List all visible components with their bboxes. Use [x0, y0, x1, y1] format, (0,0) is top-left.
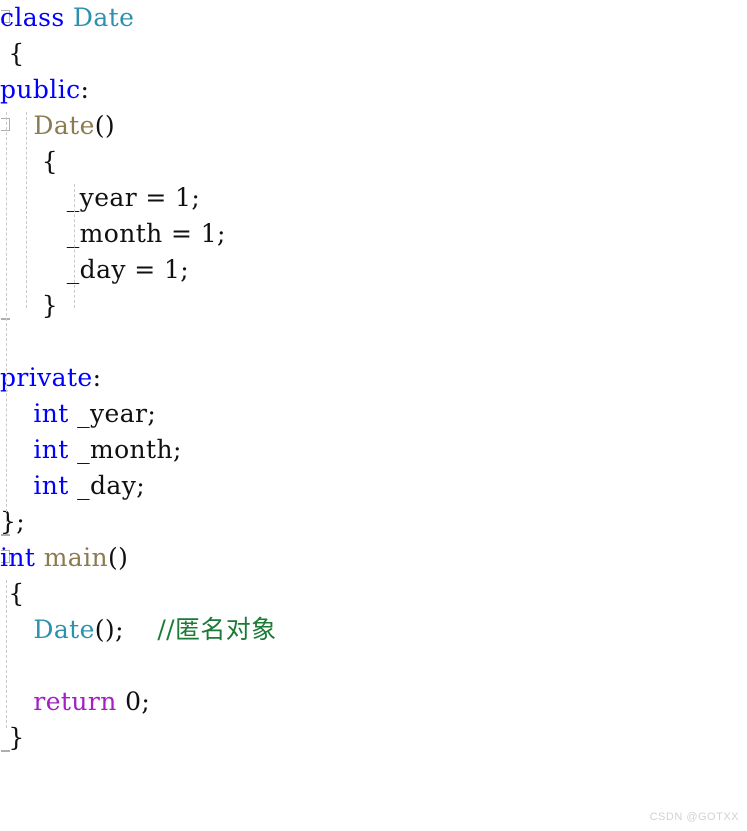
indent-guide	[26, 112, 27, 308]
code-line[interactable]: return 0;	[0, 684, 747, 720]
code-line[interactable]: Date()	[0, 108, 747, 144]
code-token-keyword: class	[0, 3, 73, 32]
code-token-function-name: Date	[33, 111, 95, 140]
code-token-plain: {	[0, 147, 59, 176]
code-token-keyword: int	[33, 399, 69, 428]
code-token-plain: {	[0, 579, 25, 608]
code-token-plain: };	[0, 507, 26, 536]
code-token-keyword: int	[33, 435, 69, 464]
indent-guide	[6, 112, 7, 522]
indent-guide	[6, 580, 7, 728]
code-token-function-name: main	[43, 543, 109, 572]
code-line[interactable]: _day = 1;	[0, 252, 747, 288]
code-token-plain: _year = 1;	[0, 183, 201, 212]
code-token-return-keyword: return	[33, 687, 117, 716]
code-token-type-name: Date	[33, 615, 95, 644]
code-token-plain: }	[0, 291, 59, 320]
code-line[interactable]: int _day;	[0, 468, 747, 504]
code-token-plain: _month = 1;	[0, 219, 226, 248]
code-line[interactable]: int _month;	[0, 432, 747, 468]
code-token-plain: ()	[94, 111, 116, 140]
code-token-keyword: int	[0, 543, 36, 572]
csdn-watermark: CSDN @GOTXX	[649, 811, 739, 823]
code-line[interactable]	[0, 648, 747, 684]
code-line[interactable]: int _year;	[0, 396, 747, 432]
code-line[interactable]: }	[0, 288, 747, 324]
code-token-keyword: private	[0, 363, 93, 392]
code-token-plain: _day;	[68, 471, 146, 500]
code-token-keyword: int	[33, 471, 69, 500]
code-token-type-name: Date	[72, 3, 135, 32]
code-token-keyword: public	[0, 75, 81, 104]
code-line[interactable]: class Date	[0, 0, 747, 36]
code-token-plain: {	[0, 39, 25, 68]
code-line[interactable]: };	[0, 504, 747, 540]
code-line[interactable]: {	[0, 36, 747, 72]
code-token-plain: ();	[94, 615, 124, 644]
code-line[interactable]: int main()	[0, 540, 747, 576]
code-token-plain: _year;	[68, 399, 157, 428]
code-line[interactable]: {	[0, 576, 747, 612]
code-token-plain: :	[80, 75, 90, 104]
code-line[interactable]: _month = 1;	[0, 216, 747, 252]
code-line[interactable]: _year = 1;	[0, 180, 747, 216]
code-token-plain: 0;	[116, 687, 151, 716]
code-content[interactable]: class Date {public: Date() { _year = 1; …	[0, 0, 747, 756]
code-line[interactable]: public:	[0, 72, 747, 108]
code-token-plain: _month;	[68, 435, 182, 464]
indent-guide	[74, 184, 75, 308]
code-line[interactable]	[0, 324, 747, 360]
code-token-plain: ()	[108, 543, 129, 572]
code-token-plain: _day = 1;	[0, 255, 190, 284]
code-line[interactable]: Date(); //匿名对象	[0, 612, 747, 648]
code-line[interactable]: private:	[0, 360, 747, 396]
code-token-plain: }	[0, 723, 25, 752]
code-line[interactable]: {	[0, 144, 747, 180]
code-line[interactable]: }	[0, 720, 747, 756]
code-token-comment: //匿名对象	[157, 615, 277, 644]
code-token-plain: :	[92, 363, 102, 392]
code-editor-canvas: class Date {public: Date() { _year = 1; …	[0, 0, 747, 831]
